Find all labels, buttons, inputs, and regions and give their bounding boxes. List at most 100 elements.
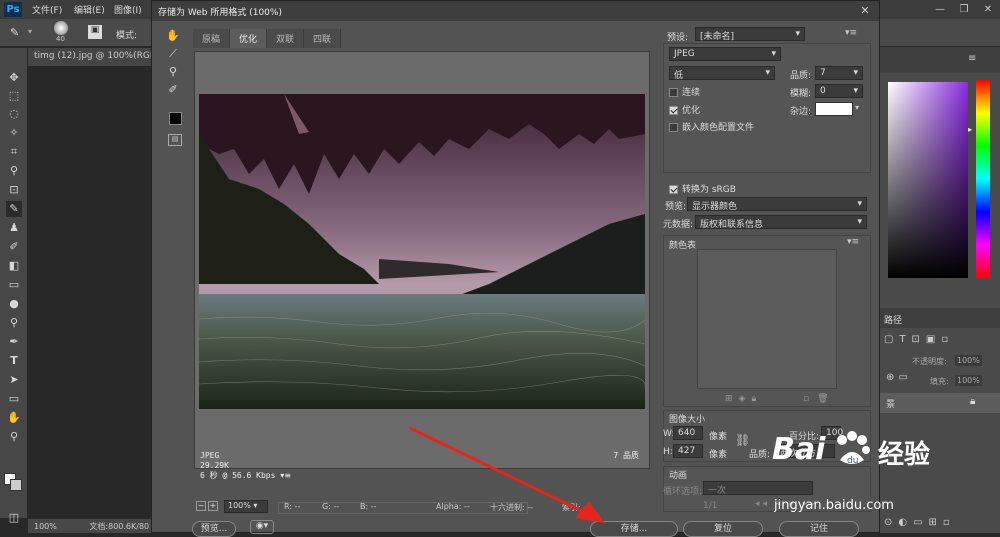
restore-button[interactable]: ❐ [952, 0, 976, 19]
preview-image[interactable] [199, 94, 645, 409]
embed-profile-checkbox[interactable] [669, 123, 678, 132]
color-table-new-delete-icons[interactable]: ▫🗑︎ [803, 394, 837, 404]
close-button[interactable]: ✕ [976, 0, 1000, 19]
height-input[interactable]: 427 [673, 444, 703, 458]
lasso-tool-icon[interactable]: ◌ [6, 106, 22, 122]
brush-preview-icon[interactable] [54, 21, 68, 35]
hand-tool-icon[interactable]: ✋ [164, 27, 182, 45]
matte-color-swatch[interactable] [815, 102, 853, 116]
dodge-tool-icon[interactable]: ⚲ [6, 315, 22, 331]
zoom-out-button[interactable]: − [196, 501, 206, 511]
blur-input[interactable]: 0 ▾ [815, 84, 863, 98]
tab-2-up[interactable]: 双联 [267, 29, 305, 48]
history-brush-icon[interactable]: ✐ [6, 239, 22, 255]
dialog-close-button[interactable]: ✕ [855, 3, 875, 19]
menu-file[interactable]: 文件(F) [32, 3, 62, 16]
shape-tool-icon[interactable]: ▭ [6, 391, 22, 407]
eyedropper-color-swatch[interactable] [169, 112, 182, 125]
tools-panel: ✥ ⬚ ◌ ✧ ⌗ ⚲ ⊡ ✎ ♟ ✐ ◧ ▭ ● ⚲ ✒ T ➤ ▭ ✋ ⚲ … [0, 48, 28, 524]
zoom-select[interactable]: 100% ▾ [224, 500, 268, 513]
quality-input[interactable]: 7 ▾ [815, 66, 863, 80]
reset-button[interactable]: 复位 [683, 521, 763, 537]
zoom-tool-icon[interactable]: ⚲ [6, 429, 22, 445]
eraser-tool-icon[interactable]: ◧ [6, 258, 22, 274]
preview-button[interactable]: 预览... [192, 521, 236, 537]
tab-original[interactable]: 原稿 [193, 29, 231, 48]
preview-select[interactable]: 显示器颜色 ▾ [687, 197, 867, 212]
marquee-tool-icon[interactable]: ⬚ [6, 88, 22, 104]
quality-label: 品质: [790, 71, 812, 81]
preset-select[interactable]: [未命名] ▾ [695, 27, 805, 42]
preview-label: 预览: [665, 202, 687, 212]
menu-image[interactable]: 图像(I) [114, 3, 142, 16]
gradient-tool-icon[interactable]: ▭ [6, 277, 22, 293]
view-tabs: 原稿 优化 双联 四联 [193, 29, 342, 48]
quick-select-icon[interactable]: ✧ [6, 125, 22, 141]
path-select-icon[interactable]: ➤ [6, 372, 22, 388]
slice-visibility-icon[interactable]: ▤ [168, 134, 182, 146]
optimized-option[interactable]: 优化 [669, 103, 700, 116]
convert-srgb-option[interactable]: 转换为 sRGB [669, 182, 736, 195]
brush-panel-icon[interactable]: ▣ [88, 25, 102, 39]
watermark-brand: Bai [772, 432, 826, 467]
chevron-down-icon[interactable]: ▾ [855, 103, 859, 112]
minimize-button[interactable]: — [928, 0, 952, 19]
patch-tool-icon[interactable]: ⊡ [6, 182, 22, 198]
document-tab[interactable]: timg (12).jpg @ 100%(RGB/8 [28, 48, 154, 66]
pen-tool-icon[interactable]: ✒ [6, 334, 22, 350]
color-table-menu-icon[interactable]: ▾≡ [847, 237, 859, 247]
browser-icon[interactable]: ◉▾ [250, 520, 274, 534]
hue-slider-handle-icon[interactable]: ▸ [968, 125, 972, 134]
type-tool-icon[interactable]: T [6, 353, 22, 369]
blur-label: 模糊: [790, 89, 812, 99]
resample-label: 品质: [749, 450, 771, 460]
eyedropper-tool-icon[interactable]: ⚲ [6, 163, 22, 179]
settings-menu-icon[interactable]: ▾≡ [845, 28, 857, 38]
quality-level-select[interactable]: 低 ▾ [669, 66, 775, 81]
menu-icon[interactable]: ▾≡ [280, 471, 291, 480]
svg-text:du: du [847, 456, 858, 466]
status-zoom: 100% [34, 522, 57, 531]
quick-mask-icon[interactable]: ◫ [6, 510, 22, 526]
panel-menu-icon[interactable]: ≡ [968, 53, 976, 64]
embed-profile-option[interactable]: 嵌入颜色配置文件 [669, 120, 754, 133]
color-table-action-icons[interactable]: ⊞◈🔒︎ [725, 394, 762, 404]
opacity-value[interactable]: 100% [955, 355, 982, 366]
brush-tool-icon[interactable]: ✎ [10, 26, 19, 39]
tab-optimized[interactable]: 优化 [230, 29, 268, 48]
menu-edit[interactable]: 编辑(E) [74, 3, 105, 16]
fill-value[interactable]: 100% [955, 375, 982, 386]
annotation-arrow [409, 426, 605, 523]
progressive-checkbox[interactable] [669, 88, 678, 97]
move-tool-icon[interactable]: ✥ [6, 70, 22, 86]
width-input[interactable]: 640 [673, 426, 703, 440]
convert-srgb-checkbox[interactable] [669, 185, 678, 194]
paths-tab[interactable]: 路径 [884, 313, 902, 326]
zoom-tool-icon[interactable]: ⚲ [164, 63, 182, 81]
chevron-down-icon[interactable]: ▾ [28, 27, 32, 36]
metadata-select[interactable]: 版权和联系信息 ▾ [695, 215, 867, 230]
zoom-in-button[interactable]: + [208, 501, 218, 511]
brush-tool-icon[interactable]: ✎ [6, 201, 22, 217]
progressive-option[interactable]: 连续 [669, 85, 700, 98]
lock-icons[interactable]: ⊕▭ [886, 372, 912, 383]
layer-row[interactable]: 景 🔒︎ [880, 393, 1000, 413]
optimized-checkbox[interactable] [669, 106, 678, 115]
mode-label: 模式: [116, 31, 138, 41]
hand-tool-icon[interactable]: ✋ [6, 410, 22, 426]
pixel-r: R: -- [284, 502, 301, 511]
background-color-swatch[interactable] [10, 479, 22, 491]
layer-filter-icons[interactable]: ▢T⊡▣▫ [884, 334, 954, 345]
tab-4-up[interactable]: 四联 [304, 29, 342, 48]
link-icon[interactable]: ⛓ [735, 433, 750, 447]
eyedropper-tool-icon[interactable]: ✐ [164, 81, 182, 99]
slice-select-icon[interactable]: ⟋ [164, 45, 182, 63]
preset-label: 预设: [667, 33, 689, 43]
color-picker-field[interactable] [888, 82, 968, 278]
stamp-tool-icon[interactable]: ♟ [6, 220, 22, 236]
blur-tool-icon[interactable]: ● [6, 296, 22, 312]
hue-slider[interactable] [976, 80, 990, 278]
width-unit: 像素 [709, 432, 728, 442]
crop-tool-icon[interactable]: ⌗ [6, 144, 22, 160]
format-select[interactable]: JPEG ▾ [669, 47, 781, 61]
